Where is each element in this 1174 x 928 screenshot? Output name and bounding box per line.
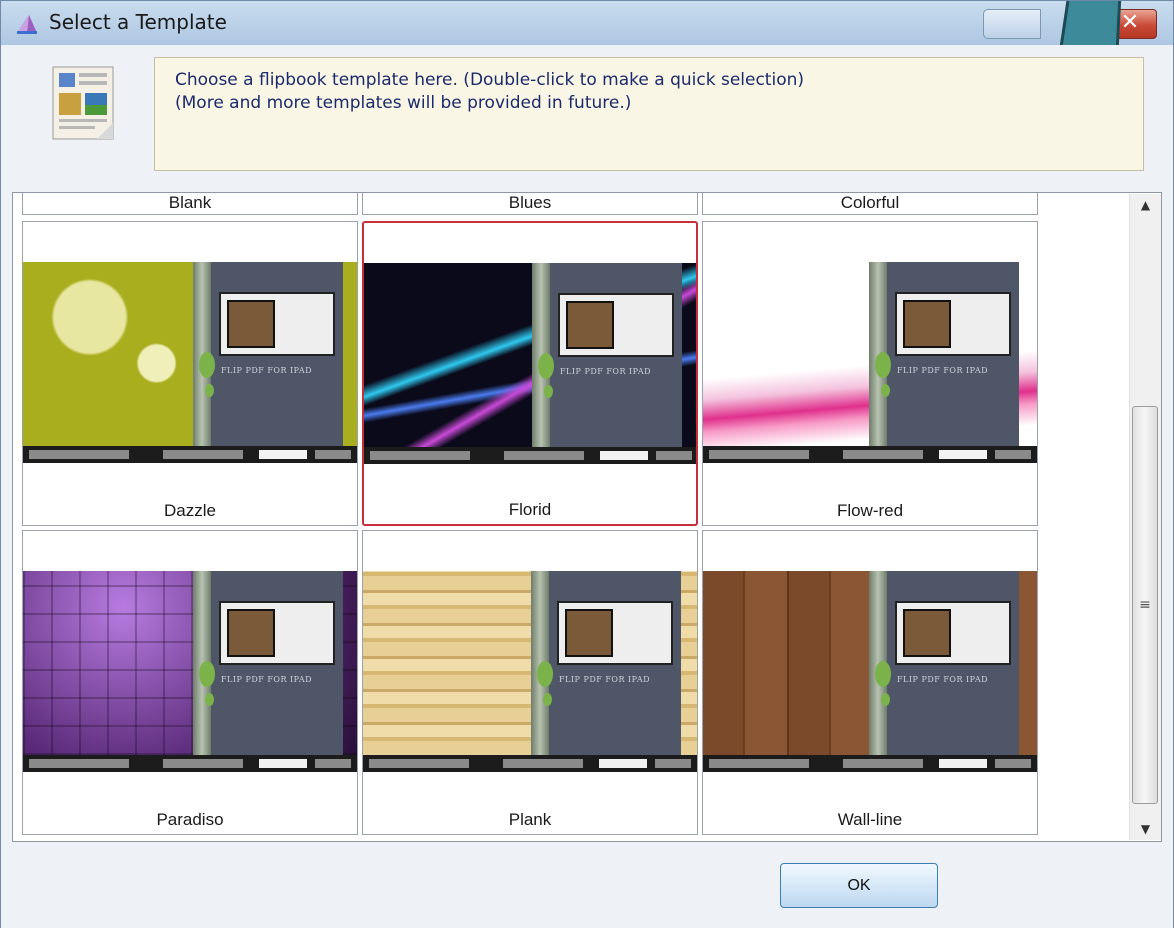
- select-template-dialog: Select a Template ✕ Choose a flipbook te…: [0, 0, 1174, 928]
- template-thumbnail: FLIP PDF FOR IPAD: [23, 571, 357, 772]
- scrollbar-thumb[interactable]: ≡: [1132, 406, 1158, 804]
- scroll-up-button[interactable]: ▲: [1130, 194, 1161, 216]
- template-label: Dazzle: [164, 501, 216, 520]
- dialog-footer: [1, 846, 1173, 928]
- template-cell-blues[interactable]: Blues: [362, 193, 698, 215]
- vertical-scrollbar[interactable]: ▲ ≡ ▼: [1129, 194, 1161, 840]
- template-thumbnail: FLIP PDF FOR IPAD: [23, 262, 357, 463]
- template-label: Blues: [508, 193, 552, 212]
- template-label: Paradiso: [156, 810, 224, 829]
- template-cell-dazzle[interactable]: FLIP PDF FOR IPAD Dazzle: [22, 221, 358, 526]
- template-label: Blank: [168, 193, 212, 212]
- template-label: Florid: [508, 500, 552, 519]
- template-label: Wall-line: [837, 810, 903, 829]
- grip-icon: ≡: [1139, 597, 1151, 613]
- template-label: Plank: [508, 810, 552, 829]
- book-title: FLIP PDF FOR IPAD: [559, 675, 651, 684]
- window-title: Select a Template: [49, 10, 227, 34]
- book-title: FLIP PDF FOR IPAD: [560, 367, 652, 376]
- template-label: Flow-red: [836, 501, 904, 520]
- book-title: FLIP PDF FOR IPAD: [897, 366, 989, 375]
- template-cell-plank[interactable]: FLIP PDF FOR IPAD Plank: [362, 530, 698, 835]
- info-line-2: (More and more templates will be provide…: [175, 93, 632, 113]
- template-cell-flow-red[interactable]: FLIP PDF FOR IPAD Flow-red: [702, 221, 1038, 526]
- scroll-up-icon: ▲: [1140, 198, 1151, 212]
- info-box: Choose a flipbook template here. (Double…: [154, 57, 1144, 171]
- scroll-down-icon: ▼: [1140, 822, 1151, 836]
- flipbook-document-icon: [52, 66, 114, 140]
- template-cell-blank[interactable]: Blank: [22, 193, 358, 215]
- book-title: FLIP PDF FOR IPAD: [221, 675, 313, 684]
- scroll-down-button[interactable]: ▼: [1130, 818, 1161, 840]
- template-grid[interactable]: Blank Blues Colorful FLIP PDF FOR IPAD D…: [12, 192, 1162, 842]
- template-cell-wall-line[interactable]: FLIP PDF FOR IPAD Wall-line: [702, 530, 1038, 835]
- template-thumbnail: FLIP PDF FOR IPAD: [364, 263, 696, 464]
- template-cell-paradiso[interactable]: FLIP PDF FOR IPAD Paradiso: [22, 530, 358, 835]
- book-title: FLIP PDF FOR IPAD: [221, 366, 313, 375]
- template-thumbnail: FLIP PDF FOR IPAD: [363, 571, 697, 772]
- template-cell-colorful[interactable]: Colorful: [702, 193, 1038, 215]
- template-thumbnail: FLIP PDF FOR IPAD: [703, 571, 1037, 772]
- template-label: Colorful: [840, 193, 900, 212]
- template-cell-florid[interactable]: FLIP PDF FOR IPAD Florid: [362, 221, 698, 526]
- template-thumbnail: FLIP PDF FOR IPAD: [703, 262, 1037, 463]
- template-icon: [17, 15, 37, 34]
- book-title: FLIP PDF FOR IPAD: [897, 675, 989, 684]
- info-line-1: Choose a flipbook template here. (Double…: [175, 70, 804, 90]
- ok-button[interactable]: OK: [780, 863, 938, 908]
